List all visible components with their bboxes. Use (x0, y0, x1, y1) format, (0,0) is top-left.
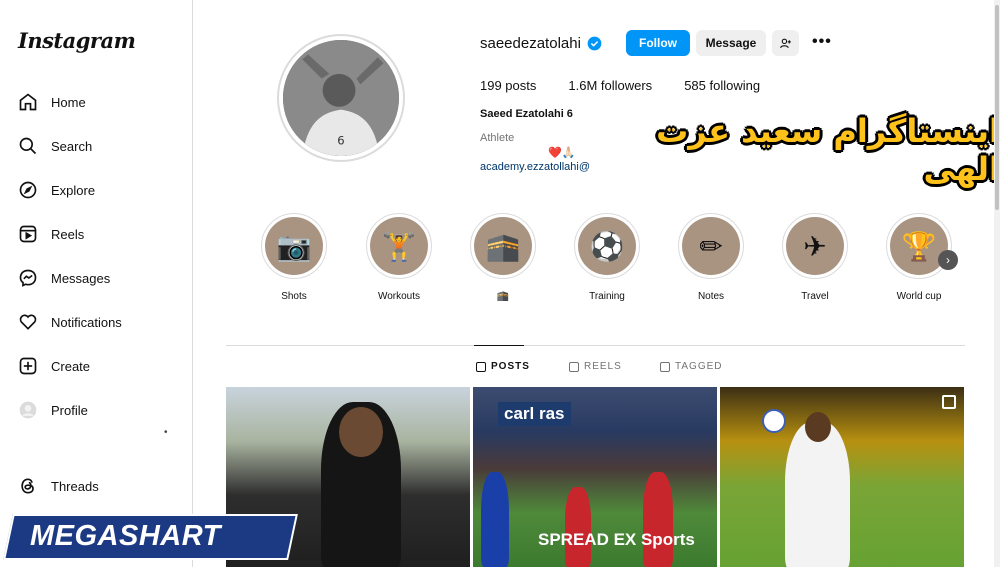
threads-icon (18, 476, 38, 496)
compass-icon (18, 180, 38, 200)
highlight-label: Notes (697, 291, 725, 302)
grid-icon (476, 361, 486, 372)
sidebar: Instagram Home Search Explore Reels Mess… (0, 0, 193, 567)
dot-mark: • (164, 427, 168, 438)
camera-icon: 📷 (265, 217, 323, 275)
reels-icon (18, 224, 38, 244)
sidebar-item-label: Profile (51, 402, 88, 418)
username-row: saeedezatolahi (480, 30, 602, 56)
football-icon: ⚽ (578, 217, 636, 275)
follow-button[interactable]: Follow (626, 30, 690, 56)
suggested-users-button[interactable] (772, 30, 799, 56)
highlight-label: Shots (281, 291, 307, 302)
page-scrollbar[interactable] (994, 0, 1000, 567)
ad-banner: SPREAD EX Sports (538, 530, 695, 549)
watermark-text: MEGASHART (30, 520, 221, 552)
more-options-icon[interactable]: ••• (812, 33, 832, 51)
svg-text:6: 6 (337, 133, 344, 147)
sidebar-item-create[interactable]: Create (18, 354, 90, 378)
carousel-icon (942, 395, 956, 409)
heart-icon (18, 312, 38, 332)
tab-label: TAGGED (675, 361, 723, 372)
face-shape (339, 407, 383, 457)
sidebar-item-label: Threads (51, 478, 99, 494)
highlight-workouts[interactable]: 🏋 Workouts (366, 213, 432, 302)
tag-icon (660, 361, 670, 372)
search-icon (18, 136, 38, 156)
chevron-right-icon[interactable]: › (938, 250, 958, 270)
airplane-icon: ✈ (786, 217, 844, 275)
sidebar-item-search[interactable]: Search (18, 134, 92, 158)
tab-label: POSTS (491, 361, 530, 372)
sidebar-item-label: Messages (51, 270, 111, 286)
highlight-travel[interactable]: ✈ Travel (782, 213, 848, 302)
home-icon (18, 92, 38, 112)
following-count[interactable]: 585 following (684, 78, 760, 93)
profile-avatar[interactable]: 6 (277, 34, 405, 162)
highlight-training[interactable]: ⚽ Training (574, 213, 640, 302)
add-user-icon (780, 38, 791, 48)
profile-photo: 6 (283, 40, 399, 156)
player-figure (785, 422, 850, 567)
instagram-logo[interactable]: Instagram (18, 28, 136, 53)
tab-reels[interactable]: REELS (569, 361, 622, 372)
post-thumbnail[interactable] (720, 387, 964, 567)
scrollbar-thumb[interactable] (995, 5, 999, 210)
verified-badge-icon (587, 36, 602, 50)
highlight-label: Travel (801, 291, 829, 302)
kaaba-icon: 🕋 (474, 217, 532, 275)
highlight-label: Training (589, 291, 625, 302)
ball-icon (762, 409, 786, 433)
sidebar-item-messages[interactable]: Messages (18, 266, 110, 290)
dumbbell-icon: 🏋 (370, 217, 428, 275)
sidebar-item-profile[interactable]: Profile (18, 398, 88, 422)
tab-posts[interactable]: POSTS (476, 361, 530, 372)
highlight-label: Workouts (377, 291, 421, 302)
sidebar-item-explore[interactable]: Explore (18, 178, 95, 202)
face-shape (805, 412, 831, 442)
sidebar-item-label: Explore (51, 182, 96, 198)
player-figure (481, 472, 509, 567)
username: saeedezatolahi (480, 34, 581, 52)
avatar-icon (18, 400, 38, 420)
highlight-notes[interactable]: ✏ Notes (678, 213, 744, 302)
tabs-divider (226, 345, 965, 346)
sidebar-item-label: Create (51, 358, 91, 374)
tab-label: REELS (584, 361, 622, 372)
player-figure (565, 487, 591, 567)
messenger-icon (18, 268, 38, 288)
sidebar-item-reels[interactable]: Reels (18, 222, 84, 246)
sidebar-item-label: Home (51, 94, 86, 110)
profile-category: Athlete (480, 132, 515, 144)
pencil-icon: ✏ (682, 217, 740, 275)
reels-icon (569, 361, 579, 372)
sidebar-item-home[interactable]: Home (18, 90, 86, 114)
sidebar-item-label: Reels (51, 226, 85, 242)
profile-stats: 199 posts 1.6M followers 585 following (480, 78, 760, 93)
bio-emoji: ❤️🙏🏻 (548, 147, 576, 159)
sidebar-item-label: Notifications (51, 314, 122, 330)
followers-count[interactable]: 1.6M followers (568, 78, 652, 93)
highlight-label: World cup (896, 291, 942, 302)
post-thumbnail[interactable]: carl ras SPREAD EX Sports (473, 387, 717, 567)
full-name: Saeed Ezatolahi 6 (480, 108, 573, 120)
sidebar-item-notifications[interactable]: Notifications (18, 310, 122, 334)
plus-square-icon (18, 356, 38, 376)
stadium-sign: carl ras (498, 402, 571, 426)
active-tab-indicator (474, 345, 524, 346)
posts-count: 199 posts (480, 78, 537, 93)
highlight-shots[interactable]: 📷 Shots (261, 213, 327, 302)
sidebar-item-label: Search (51, 138, 93, 154)
bio-link[interactable]: academy.ezzatollahi@ (480, 161, 590, 173)
overlay-title: اینستاگرام سعید عزت الهی (656, 112, 1000, 188)
highlight-label: 🕋 (496, 291, 510, 302)
highlight-kaaba[interactable]: 🕋 🕋 (470, 213, 536, 302)
sidebar-item-threads[interactable]: Threads (18, 474, 99, 498)
tab-tagged[interactable]: TAGGED (660, 361, 722, 372)
message-button[interactable]: Message (696, 30, 766, 56)
player-figure (643, 472, 673, 567)
